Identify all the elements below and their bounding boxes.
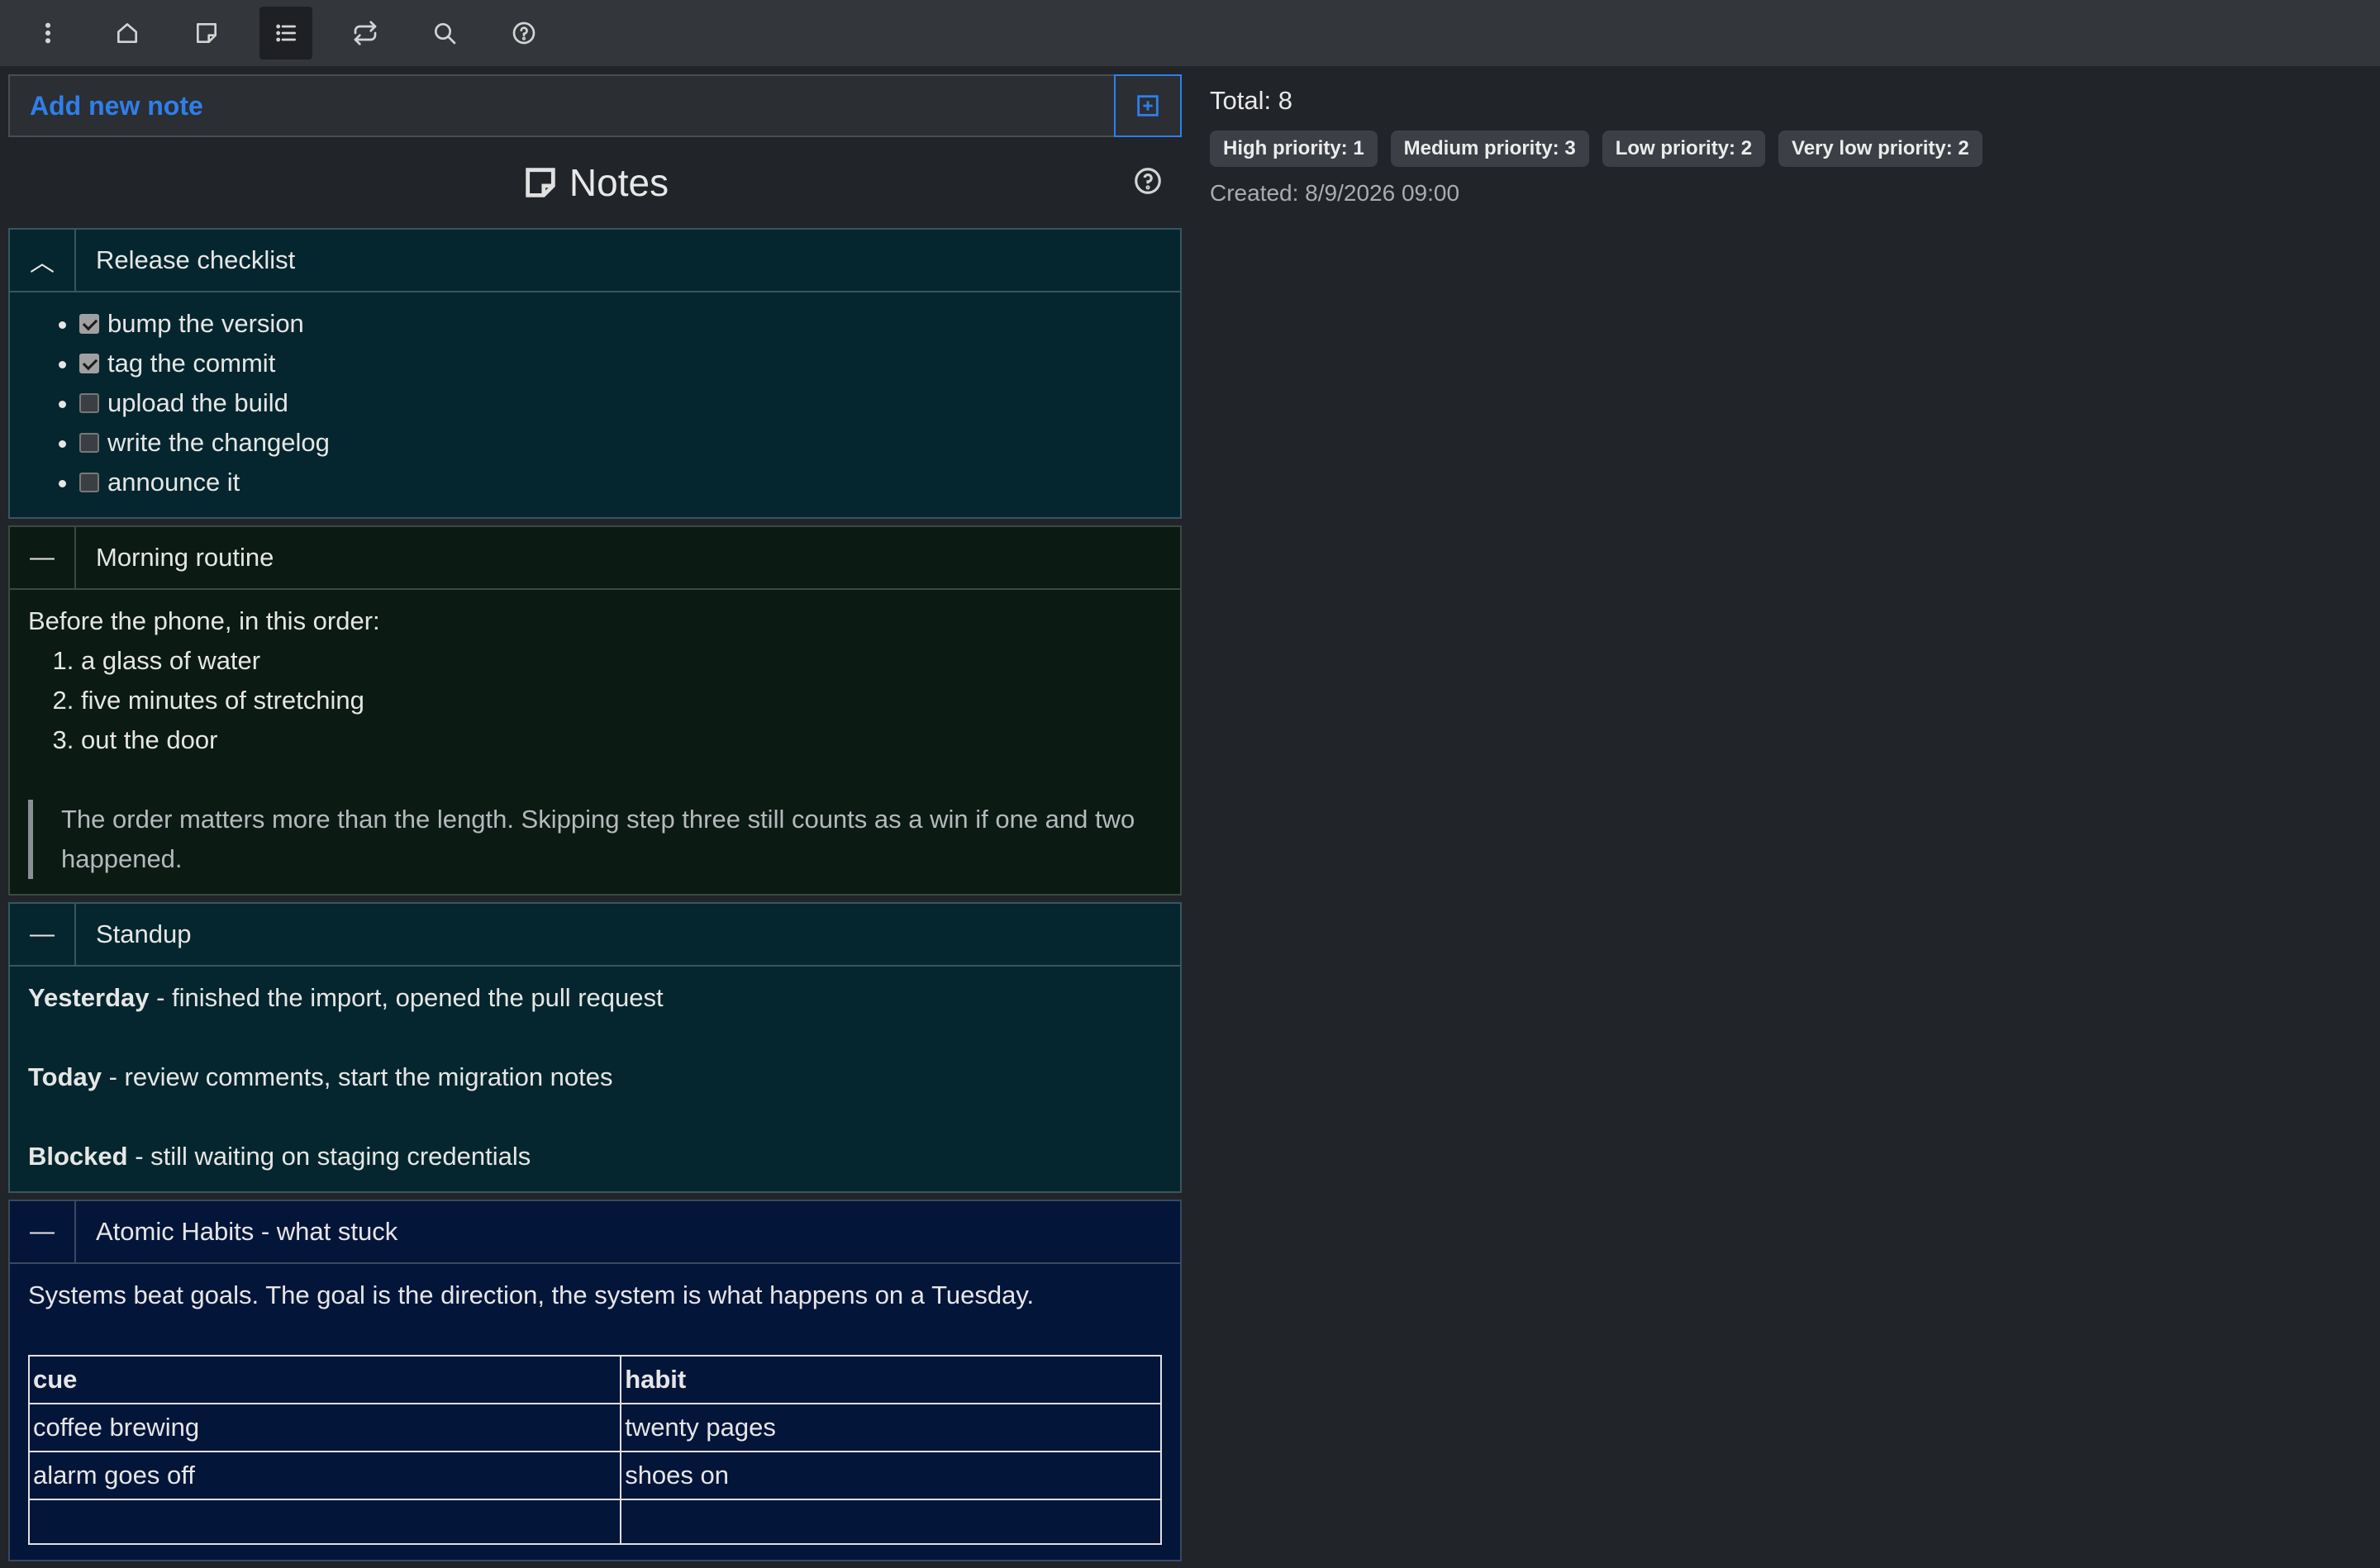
note-atomic-habits: — Atomic Habits - what stuck Systems bea… <box>8 1200 1182 1561</box>
plus-square-icon <box>1137 95 1159 116</box>
checklist-item-text: write the changelog <box>107 428 330 457</box>
standup-text: - review comments, start the migration n… <box>102 1062 613 1091</box>
note-icon <box>526 168 555 197</box>
help-icon <box>512 21 536 45</box>
notes-help-button[interactable] <box>1132 165 1164 201</box>
note-title[interactable]: Atomic Habits - what stuck <box>76 1201 397 1262</box>
created-timestamp: Created: 8/9/2026 09:00 <box>1210 180 1460 206</box>
task-checkbox[interactable] <box>79 354 99 373</box>
table-row: alarm goes off shoes on <box>27 1451 1162 1500</box>
note-body: Before the phone, in this order: a glass… <box>10 590 1180 894</box>
note-standup: — Standup Yesterday - finished the impor… <box>8 902 1182 1193</box>
badge-very-low-priority[interactable]: Very low priority: 2 <box>1778 131 1983 167</box>
notes-button[interactable] <box>180 7 233 59</box>
note-title[interactable]: Morning routine <box>76 527 274 588</box>
note-body: bump the version tag the commit upload the… <box>10 292 1180 517</box>
table-cell: coffee brewing <box>27 1403 622 1452</box>
top-toolbar <box>0 0 2380 66</box>
ordered-list: a glass of water five minutes of stretch… <box>28 641 1162 760</box>
standup-label: Blocked <box>28 1142 128 1171</box>
list-item: five minutes of stretching <box>81 681 1162 720</box>
table-row <box>27 1499 1162 1545</box>
collapse-toggle[interactable]: ︿ <box>10 230 76 291</box>
task-checkbox[interactable] <box>79 393 99 413</box>
habits-table: cue habit coffee brewing twenty pages al… <box>27 1355 1162 1545</box>
note-header: — Morning routine <box>10 527 1180 590</box>
help-button[interactable] <box>497 7 550 59</box>
priority-badges: High priority: 1 Medium priority: 3 Low … <box>1210 131 1996 167</box>
list-item: a glass of water <box>81 641 1162 681</box>
checklist-item-text: bump the version <box>107 309 304 338</box>
notes-header: Notes <box>8 137 1182 228</box>
add-note-bar: Add new note <box>8 74 1182 137</box>
standup-line: Today - review comments, start the migra… <box>28 1057 1162 1097</box>
table-cell: shoes on <box>620 1451 1162 1500</box>
checklist-item: tag the commit <box>79 344 1162 383</box>
note-release-checklist: ︿ Release checklist bump the version tag … <box>8 228 1182 519</box>
repeat-button[interactable] <box>339 7 392 59</box>
note-title[interactable]: Standup <box>76 904 192 965</box>
home-icon <box>117 23 137 43</box>
badge-medium-priority[interactable]: Medium priority: 3 <box>1390 131 1589 167</box>
note-body: Systems beat goals. The goal is the dire… <box>10 1264 1180 1560</box>
repeat-icon <box>354 21 377 45</box>
task-checkbox[interactable] <box>79 314 99 334</box>
add-note-button[interactable] <box>1114 74 1182 137</box>
checklist-item-text: upload the build <box>107 388 288 417</box>
table-cell: twenty pages <box>620 1403 1162 1452</box>
standup-text: - still waiting on staging credentials <box>127 1142 531 1171</box>
note-title[interactable]: Release checklist <box>76 230 295 291</box>
help-icon <box>1135 168 1161 194</box>
summary-pane: Total: 8 High priority: 1 Medium priorit… <box>1210 86 1996 207</box>
search-button[interactable] <box>418 7 471 59</box>
note-header: ︿ Release checklist <box>10 230 1180 292</box>
note-icon <box>197 23 217 43</box>
column-header: cue <box>27 1355 622 1404</box>
column-header: habit <box>620 1355 1162 1404</box>
table-header-row: cue habit <box>27 1355 1162 1404</box>
search-icon <box>435 23 456 45</box>
standup-label: Yesterday <box>28 983 150 1012</box>
page-title-text: Notes <box>569 161 669 204</box>
table-cell <box>27 1499 622 1545</box>
task-checkbox[interactable] <box>79 433 99 453</box>
notes-pane: Add new note Notes ︿ Release checklist b… <box>8 74 1182 1568</box>
badge-low-priority[interactable]: Low priority: 2 <box>1602 131 1766 167</box>
list-icon <box>276 24 296 42</box>
standup-text: - finished the import, opened the pull r… <box>149 983 664 1012</box>
checklist-item: announce it <box>79 463 1162 502</box>
add-new-note-link[interactable]: Add new note <box>10 76 1114 135</box>
badge-high-priority[interactable]: High priority: 1 <box>1210 131 1378 167</box>
collapse-toggle[interactable]: — <box>10 1201 76 1262</box>
checklist: bump the version tag the commit upload the… <box>28 304 1162 502</box>
standup-line: Blocked - still waiting on staging crede… <box>28 1137 1162 1176</box>
more-menu-button[interactable] <box>21 7 74 59</box>
note-intro: Systems beat goals. The goal is the dire… <box>28 1281 1035 1309</box>
note-body: Yesterday - finished the import, opened … <box>10 967 1180 1191</box>
checklist-item: write the changelog <box>79 423 1162 463</box>
task-checkbox[interactable] <box>79 473 99 492</box>
more-vertical-icon <box>45 22 51 44</box>
note-quote: The order matters more than the length. … <box>28 800 1162 879</box>
table-row: coffee brewing twenty pages <box>27 1403 1162 1452</box>
standup-line: Yesterday - finished the import, opened … <box>28 978 1162 1018</box>
table-cell: alarm goes off <box>27 1451 622 1500</box>
list-view-button[interactable] <box>259 7 312 59</box>
note-intro: Before the phone, in this order: <box>28 606 380 635</box>
checklist-item: upload the build <box>79 383 1162 423</box>
checklist-item-text: announce it <box>107 468 240 497</box>
note-header: — Standup <box>10 904 1180 967</box>
collapse-toggle[interactable]: — <box>10 527 76 588</box>
checklist-item-text: tag the commit <box>107 349 276 378</box>
note-morning-routine: — Morning routine Before the phone, in t… <box>8 525 1182 896</box>
home-button[interactable] <box>101 7 154 59</box>
checklist-item: bump the version <box>79 304 1162 344</box>
collapse-toggle[interactable]: — <box>10 904 76 965</box>
page-title: Notes <box>521 160 669 205</box>
total-count: Total: 8 <box>1210 86 1292 115</box>
standup-label: Today <box>28 1062 102 1091</box>
table-cell <box>620 1499 1162 1545</box>
note-header: — Atomic Habits - what stuck <box>10 1201 1180 1264</box>
list-item: out the door <box>81 720 1162 760</box>
